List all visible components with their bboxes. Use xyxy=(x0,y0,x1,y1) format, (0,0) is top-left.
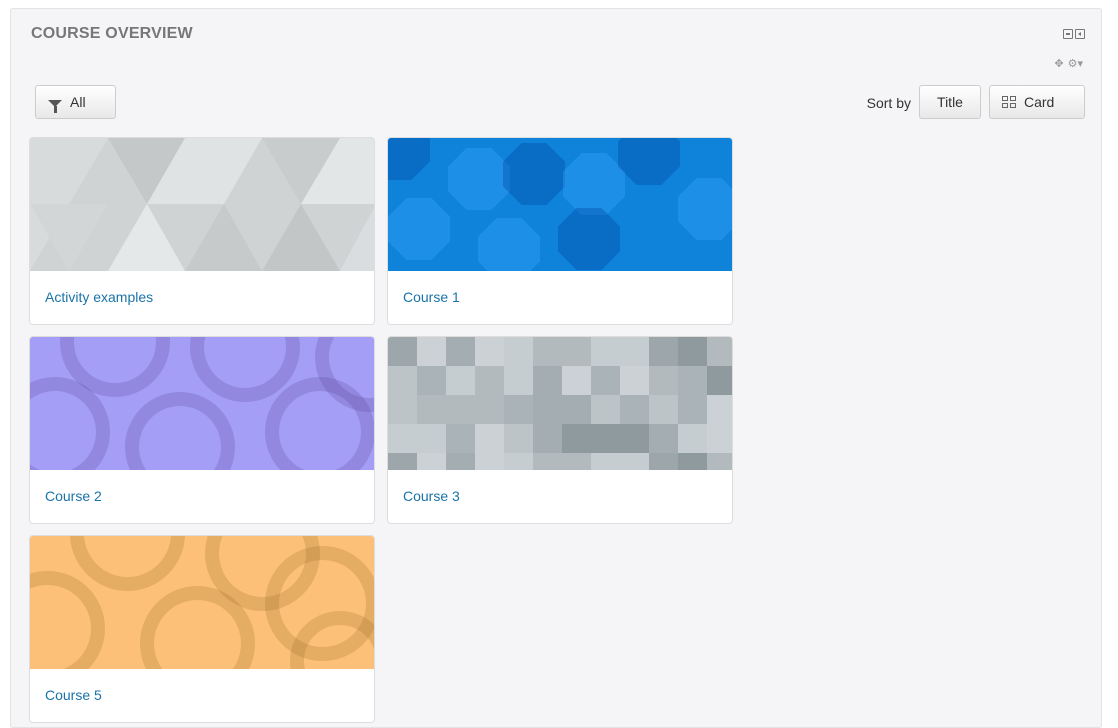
block-actions: ✥ ⚙▾ xyxy=(1054,57,1083,70)
mosaic-tile xyxy=(446,337,475,366)
mosaic-tile xyxy=(678,453,707,470)
course-name[interactable]: Course 1 xyxy=(403,289,460,305)
mosaic-tile xyxy=(533,337,562,366)
course-card[interactable]: Course 5 xyxy=(29,535,375,723)
sort-by-label: Sort by xyxy=(866,95,911,111)
collapse-icon[interactable] xyxy=(1063,29,1073,39)
mosaic-tile xyxy=(678,424,707,453)
mosaic-tile xyxy=(620,453,649,470)
mosaic-tile xyxy=(475,337,504,366)
sort-title-button[interactable]: Title xyxy=(919,85,981,119)
grid-icon xyxy=(1002,96,1016,108)
mosaic-tile xyxy=(504,424,533,453)
course-name[interactable]: Course 2 xyxy=(45,488,102,504)
mosaic-tile xyxy=(707,424,732,453)
mosaic-tile xyxy=(446,366,475,395)
mosaic-tile xyxy=(388,453,417,470)
move-icon[interactable]: ✥ xyxy=(1054,57,1063,70)
mosaic-tile xyxy=(591,337,620,366)
course-name[interactable]: Activity examples xyxy=(45,289,153,305)
mosaic-tile xyxy=(707,366,732,395)
filter-button[interactable]: All xyxy=(35,85,116,119)
course-image[interactable] xyxy=(388,138,732,271)
mosaic-tile xyxy=(446,453,475,470)
mosaic-tile xyxy=(504,453,533,470)
mosaic-tile xyxy=(562,366,591,395)
mosaic-tile xyxy=(678,366,707,395)
course-card[interactable]: Course 1 xyxy=(387,137,733,325)
mosaic-tile xyxy=(620,424,649,453)
mosaic-tile xyxy=(446,395,475,424)
mosaic-tile xyxy=(417,453,446,470)
mosaic-tile xyxy=(475,395,504,424)
view-value: Card xyxy=(1024,94,1055,110)
course-pattern xyxy=(30,138,374,271)
mosaic-tile xyxy=(417,424,446,453)
mosaic-tile xyxy=(533,424,562,453)
mosaic-tile xyxy=(446,424,475,453)
mosaic-tile xyxy=(388,395,417,424)
mosaic-tile xyxy=(417,337,446,366)
mosaic-tile xyxy=(562,395,591,424)
mosaic-tile xyxy=(533,395,562,424)
mosaic-tile xyxy=(591,453,620,470)
mosaic-tile xyxy=(475,366,504,395)
mosaic-tile xyxy=(504,337,533,366)
block-controls xyxy=(1063,29,1085,39)
mosaic-tile xyxy=(620,395,649,424)
mosaic-tile xyxy=(707,337,732,366)
mosaic-tile xyxy=(591,395,620,424)
view-card-button[interactable]: Card xyxy=(989,85,1085,119)
course-image[interactable] xyxy=(388,337,732,470)
mosaic-tile xyxy=(417,395,446,424)
mosaic-tile xyxy=(562,453,591,470)
block-title: COURSE OVERVIEW xyxy=(31,25,193,42)
mosaic-tile xyxy=(504,395,533,424)
course-name[interactable]: Course 3 xyxy=(403,488,460,504)
mosaic-tile xyxy=(533,366,562,395)
mosaic-tile xyxy=(388,337,417,366)
course-card[interactable]: Course 2 xyxy=(29,336,375,524)
course-name[interactable]: Course 5 xyxy=(45,687,102,703)
mosaic-tile xyxy=(649,424,678,453)
mosaic-tile xyxy=(475,453,504,470)
mosaic-tile xyxy=(649,337,678,366)
mosaic-tile xyxy=(678,337,707,366)
course-overview-block: COURSE OVERVIEW ✥ ⚙▾ All Sort by Title C… xyxy=(10,8,1102,728)
mosaic-tile xyxy=(707,395,732,424)
mosaic-tile xyxy=(620,366,649,395)
mosaic-tile xyxy=(533,453,562,470)
filter-label: All xyxy=(70,94,86,110)
dock-icon[interactable] xyxy=(1075,29,1085,39)
mosaic-tile xyxy=(620,337,649,366)
mosaic-tile xyxy=(649,395,678,424)
course-card[interactable]: Course 3 xyxy=(387,336,733,524)
sort-value: Title xyxy=(937,94,963,110)
course-image[interactable] xyxy=(30,536,374,669)
mosaic-tile xyxy=(562,337,591,366)
mosaic-tile xyxy=(649,453,678,470)
mosaic-tile xyxy=(591,424,620,453)
mosaic-tile xyxy=(417,366,446,395)
mosaic-tile xyxy=(707,453,732,470)
funnel-icon xyxy=(48,99,62,113)
course-card[interactable]: Activity examples xyxy=(29,137,375,325)
mosaic-tile xyxy=(678,395,707,424)
mosaic-tile xyxy=(562,424,591,453)
course-image[interactable] xyxy=(30,138,374,271)
mosaic-tile xyxy=(388,424,417,453)
mosaic-tile xyxy=(591,366,620,395)
gear-icon[interactable]: ⚙▾ xyxy=(1068,57,1083,70)
mosaic-tile xyxy=(475,424,504,453)
mosaic-tile xyxy=(649,366,678,395)
mosaic-tile xyxy=(504,366,533,395)
course-image[interactable] xyxy=(30,337,374,470)
mosaic-tile xyxy=(388,366,417,395)
